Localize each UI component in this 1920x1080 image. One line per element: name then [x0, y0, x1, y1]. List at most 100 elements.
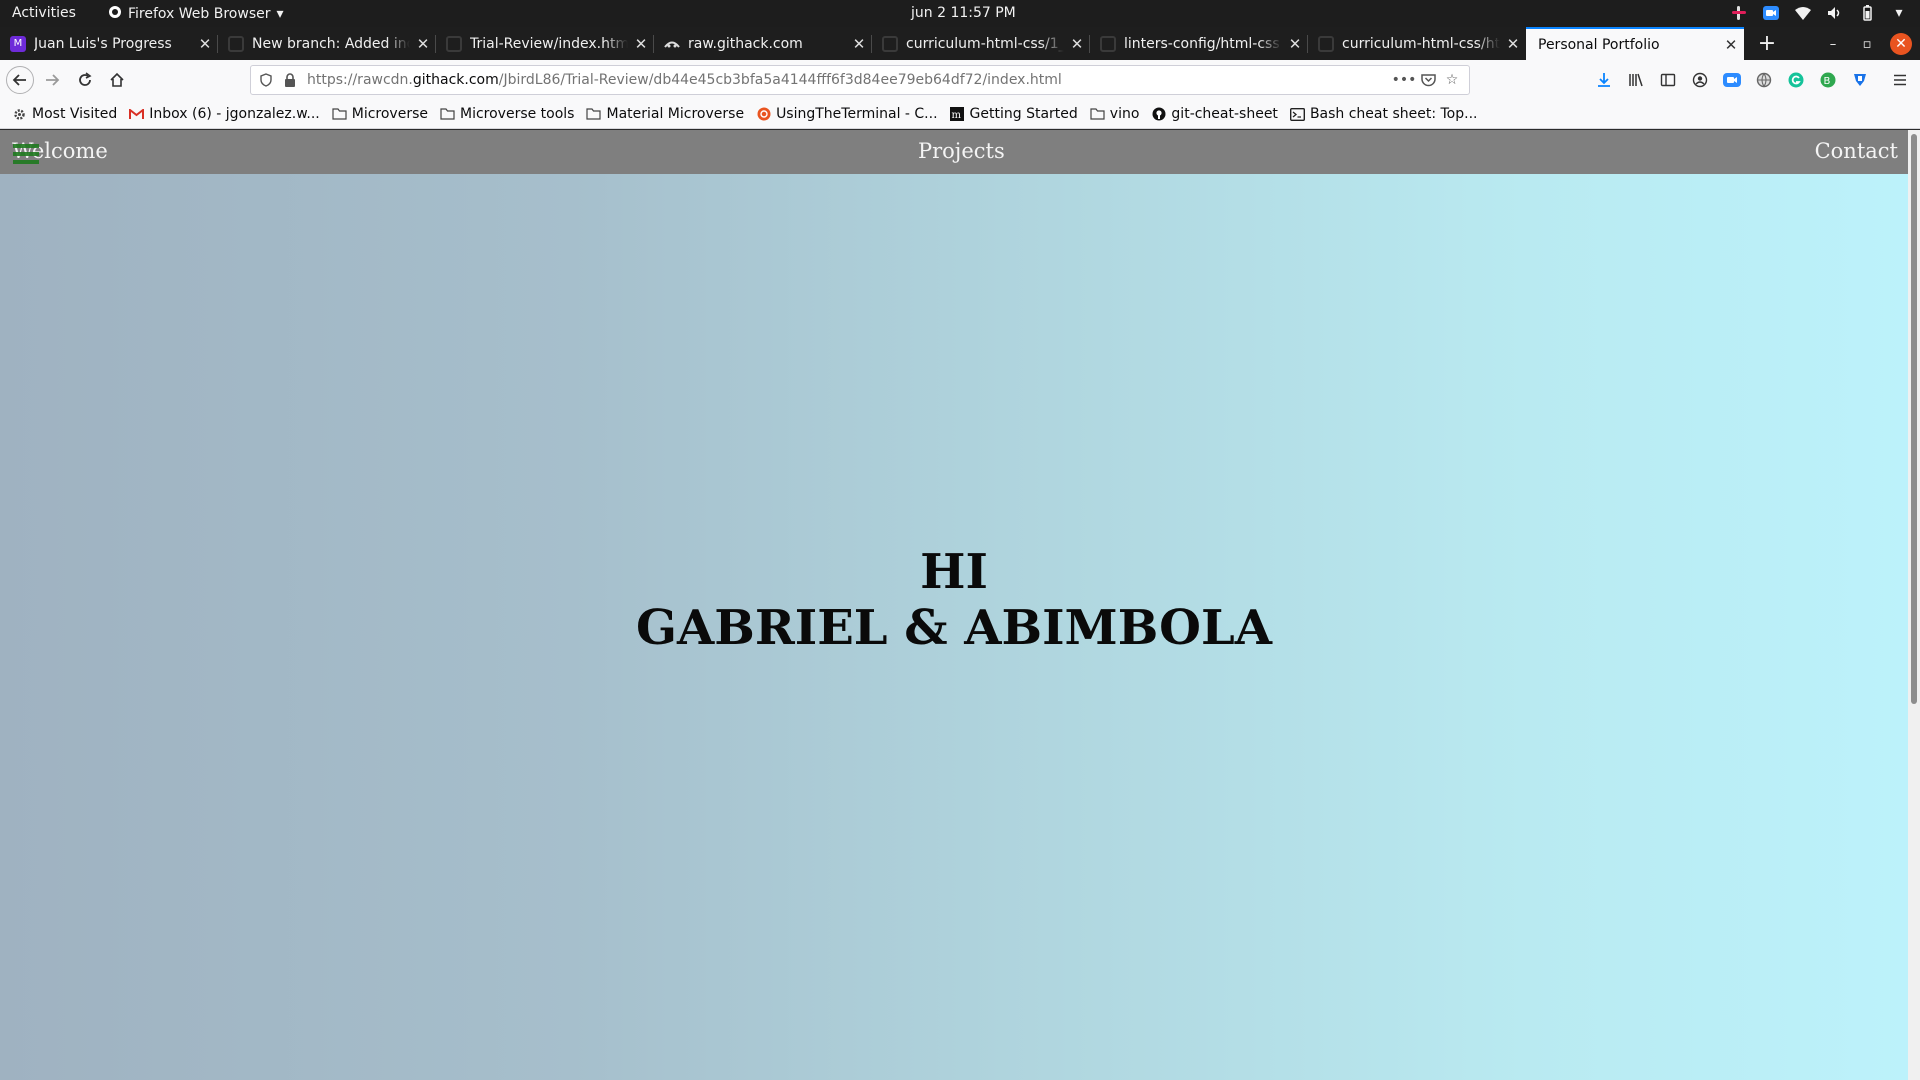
hero-heading: HI GABRIEL & ABIMBOLA — [0, 544, 1908, 656]
library-button[interactable] — [1622, 66, 1650, 94]
bookmark-getting-started[interactable]: m Getting Started — [950, 106, 1078, 122]
home-icon — [110, 72, 124, 87]
extension-blue-button[interactable] — [1846, 66, 1874, 94]
folder-icon — [1090, 107, 1105, 121]
bookmark-star-icon[interactable]: ☆ — [1443, 71, 1461, 89]
tab-trial-review[interactable]: Trial-Review/index.html ✕ — [436, 27, 654, 60]
tab-title: curriculum-html-css/1_s — [906, 35, 1064, 52]
close-icon[interactable]: ✕ — [846, 35, 872, 53]
tab-juan-luis-progress[interactable]: M Juan Luis's Progress ✕ — [0, 27, 218, 60]
zoom-extension-button[interactable] — [1718, 66, 1746, 94]
close-icon[interactable]: ✕ — [410, 35, 436, 53]
hamburger-menu-icon[interactable] — [13, 144, 39, 164]
url-text: https://rawcdn.githack.com/JbirdL86/Tria… — [307, 72, 1062, 88]
sidebar-button[interactable] — [1654, 66, 1682, 94]
minimize-icon[interactable]: – — [1822, 33, 1844, 55]
tab-curriculum-1[interactable]: curriculum-html-css/1_s ✕ — [872, 27, 1090, 60]
account-button[interactable] — [1686, 66, 1714, 94]
globe-icon — [1756, 72, 1772, 88]
tab-new-branch[interactable]: New branch: Added index.html ✕ — [218, 27, 436, 60]
bookmark-git-cheat-sheet[interactable]: git-cheat-sheet — [1151, 106, 1278, 122]
bookmark-gmail-inbox[interactable]: Inbox (6) - jgonzalez.w... — [129, 106, 320, 122]
close-icon[interactable]: ✕ — [192, 35, 218, 53]
close-icon[interactable]: ✕ — [1064, 35, 1090, 53]
close-icon[interactable]: ✕ — [1718, 36, 1744, 54]
restore-icon[interactable]: ▫ — [1856, 33, 1878, 55]
tracking-protection-icon[interactable] — [257, 71, 275, 89]
nav-link-projects[interactable]: Projects — [918, 139, 1005, 163]
bookmark-label: vino — [1109, 106, 1140, 122]
app-menu[interactable]: Firefox Web Browser ▾ — [108, 5, 284, 23]
github-icon — [1100, 35, 1116, 52]
window-close-icon[interactable]: ✕ — [1890, 33, 1912, 55]
microverse-icon: M — [10, 35, 26, 52]
app-menu-button[interactable] — [1886, 66, 1914, 94]
battery-icon[interactable] — [1858, 4, 1876, 22]
close-icon[interactable]: ✕ — [1500, 35, 1526, 53]
navigation-toolbar: https://rawcdn.githack.com/JbirdL86/Tria… — [0, 60, 1920, 100]
folder-icon — [440, 107, 455, 121]
volume-icon[interactable] — [1826, 4, 1844, 22]
page-actions-icon[interactable]: ••• — [1392, 71, 1417, 89]
bookmark-bash-cheat-sheet[interactable]: Bash cheat sheet: Top... — [1289, 106, 1477, 122]
downloads-button[interactable] — [1590, 66, 1618, 94]
account-icon — [1692, 72, 1708, 88]
reload-button[interactable] — [71, 66, 99, 94]
bookmark-most-visited[interactable]: Most Visited — [12, 106, 117, 122]
url-prefix: https://rawcdn. — [307, 72, 413, 88]
bookmark-using-the-terminal[interactable]: UsingTheTerminal - C... — [756, 106, 938, 122]
activities-button[interactable]: Activities — [12, 5, 76, 21]
nav-link-contact[interactable]: Contact — [1815, 139, 1898, 163]
hero-names: GABRIEL & ABIMBOLA — [636, 600, 1272, 656]
folder-icon — [586, 107, 602, 121]
tab-title: Juan Luis's Progress — [34, 35, 172, 52]
bookmark-label: UsingTheTerminal - C... — [776, 106, 938, 122]
bookmark-label: Microverse tools — [459, 106, 575, 122]
tab-title: curriculum-html-css/htm — [1342, 35, 1500, 52]
page-scrollbar[interactable] — [1908, 130, 1920, 1080]
home-button[interactable] — [103, 66, 131, 94]
library-icon — [1629, 73, 1643, 87]
system-top-bar: Activities Firefox Web Browser ▾ jun 2 1… — [0, 0, 1920, 27]
grammarly-button[interactable] — [1782, 66, 1810, 94]
tab-personal-portfolio[interactable]: Personal Portfolio ✕ — [1526, 27, 1744, 60]
site-header: Welcome Projects Contact — [0, 130, 1908, 174]
system-tray[interactable]: ▾ — [1730, 4, 1908, 22]
grammarly-icon — [1788, 72, 1804, 88]
blue-extension-icon — [1854, 74, 1866, 86]
url-bar[interactable]: https://rawcdn.githack.com/JbirdL86/Tria… — [250, 65, 1470, 95]
url-path: /JbirdL86/Trial-Review/db44e45cb3bfa5a41… — [498, 72, 1062, 88]
extension-green-button[interactable]: B — [1814, 66, 1842, 94]
github-icon — [1151, 107, 1166, 121]
lock-icon[interactable] — [281, 71, 299, 89]
tab-linters-config[interactable]: linters-config/html-css ✕ — [1090, 27, 1308, 60]
system-menu-chevron-icon[interactable]: ▾ — [1890, 4, 1908, 22]
forward-button[interactable] — [38, 66, 66, 94]
githack-icon — [664, 36, 680, 52]
pocket-icon[interactable] — [1419, 71, 1437, 89]
bookmark-label: Inbox (6) - jgonzalez.w... — [149, 106, 320, 122]
bookmark-folder-microverse-tools[interactable]: Microverse tools — [440, 106, 575, 122]
zoom-extension-icon — [1723, 73, 1741, 87]
close-icon[interactable]: ✕ — [628, 35, 654, 53]
wifi-icon[interactable] — [1794, 4, 1812, 22]
scrollbar-thumb[interactable] — [1911, 134, 1917, 704]
clock[interactable]: jun 2 11:57 PM — [911, 5, 1016, 21]
new-tab-button[interactable]: + — [1752, 27, 1782, 60]
bookmark-label: Most Visited — [32, 106, 118, 122]
slack-icon[interactable] — [1730, 4, 1748, 22]
back-button[interactable] — [6, 66, 34, 94]
bookmark-folder-material-microverse[interactable]: Material Microverse — [586, 106, 744, 122]
extension-globe-button[interactable] — [1750, 66, 1778, 94]
bookmark-folder-microverse[interactable]: Microverse — [332, 106, 428, 122]
ubuntu-icon — [756, 107, 771, 121]
firefox-icon — [108, 5, 122, 23]
tab-title: raw.githack.com — [688, 35, 803, 52]
close-icon[interactable]: ✕ — [1282, 35, 1308, 53]
bookmark-folder-vino[interactable]: vino — [1090, 106, 1140, 122]
tab-curriculum-2[interactable]: curriculum-html-css/htm ✕ — [1308, 27, 1526, 60]
tab-raw-githack[interactable]: raw.githack.com ✕ — [654, 27, 872, 60]
zoom-icon[interactable] — [1762, 4, 1780, 22]
page-content: Welcome Projects Contact HI GABRIEL & AB… — [0, 130, 1908, 1080]
arrow-left-icon — [12, 74, 26, 86]
